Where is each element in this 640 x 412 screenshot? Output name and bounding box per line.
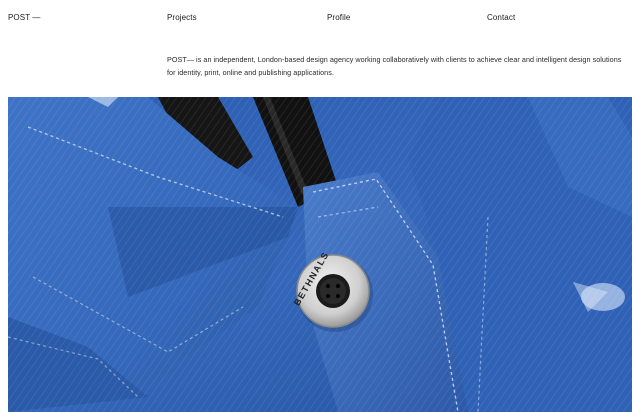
hero-image[interactable]: BETHNALS <box>8 97 632 412</box>
intro-text: POST— is an independent, London-based de… <box>167 55 622 77</box>
nav-profile[interactable]: Profile <box>327 12 350 24</box>
site-logo[interactable]: POST — <box>8 12 40 24</box>
nav-contact[interactable]: Contact <box>487 12 515 24</box>
denim-jacket-photo: BETHNALS <box>8 97 632 412</box>
page: POST — Projects Profile Contact POST— is… <box>0 0 640 412</box>
nav-projects[interactable]: Projects <box>167 12 197 24</box>
